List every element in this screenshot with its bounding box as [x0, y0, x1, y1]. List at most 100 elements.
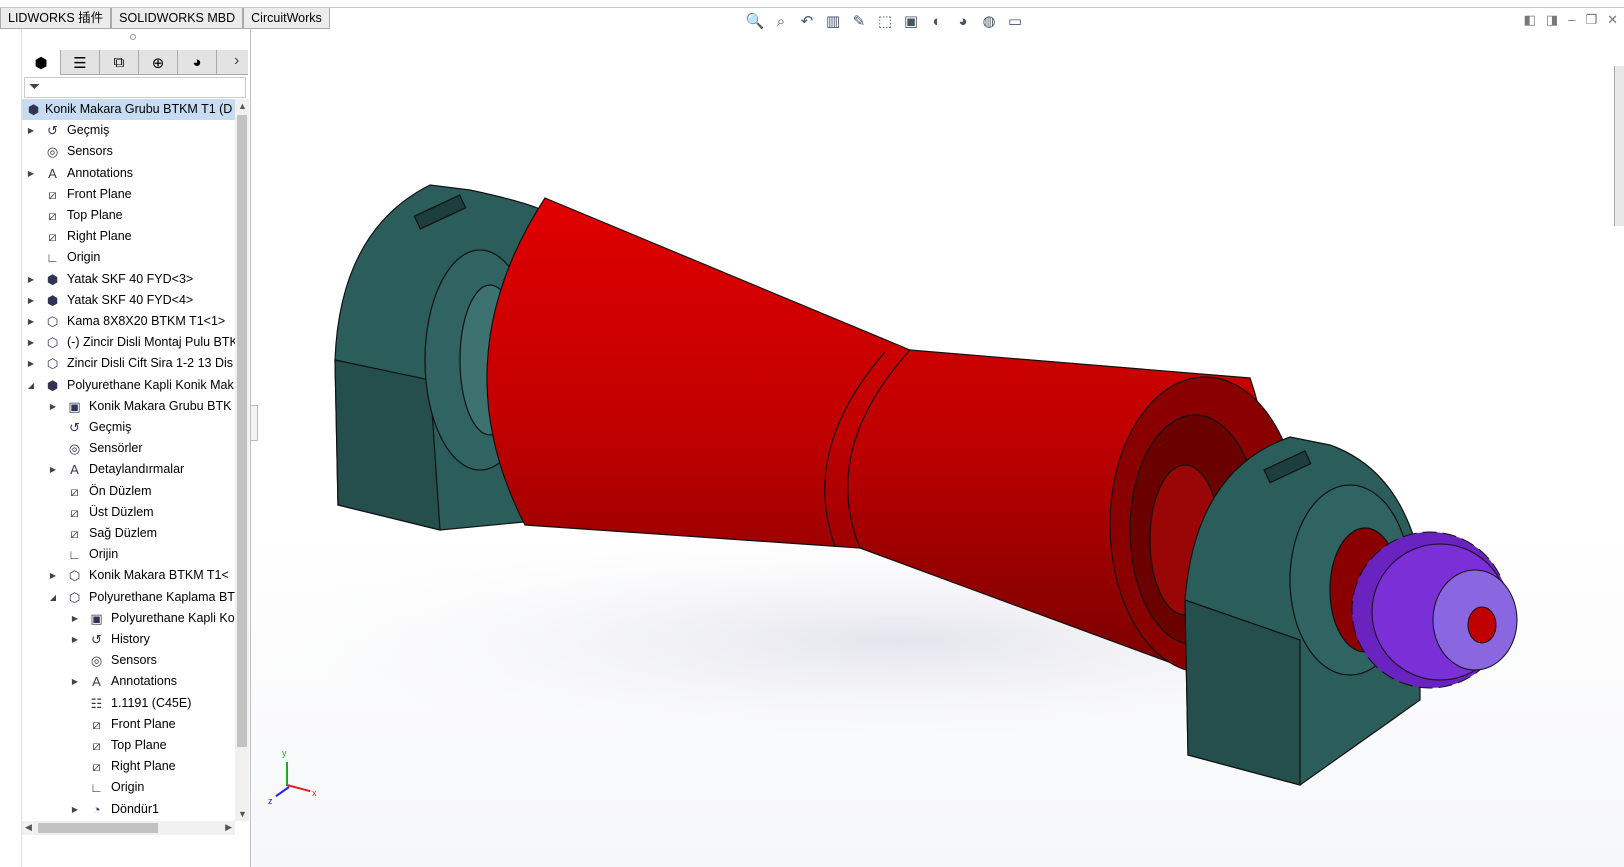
- panel-more-button[interactable]: ›: [234, 52, 239, 70]
- tree-item[interactable]: ⧄ Front Plane: [22, 184, 235, 205]
- tree-filter[interactable]: ⏷: [24, 77, 246, 98]
- tree-item-label: Döndür1: [111, 801, 159, 816]
- expand-arrow-icon[interactable]: ▶: [48, 396, 58, 417]
- expand-arrow-icon[interactable]: ▶: [70, 608, 80, 629]
- tree-item-label: Konik Makara BTKM T1<: [89, 568, 229, 583]
- expand-arrow-icon[interactable]: ▶: [26, 120, 36, 141]
- tree-item[interactable]: ▶ A Detaylandırmalar: [22, 459, 235, 480]
- view-orientation-icon[interactable]: ⬚: [875, 12, 895, 32]
- expand-arrow-icon[interactable]: ▶: [70, 629, 80, 650]
- plane-icon: ⧄: [48, 186, 57, 202]
- scroll-thumb[interactable]: [237, 115, 247, 747]
- tree-item[interactable]: ▶ ⬡ Konik Makara BTKM T1<: [22, 565, 235, 586]
- panel-tab-feature-manager[interactable]: ⬢: [22, 50, 61, 75]
- model-3d-view: [252, 184, 1600, 786]
- tree-vertical-scrollbar[interactable]: ▲ ▼: [235, 99, 249, 821]
- display-style-icon[interactable]: ▣: [901, 12, 921, 32]
- collapse-arrow-icon[interactable]: ◢: [26, 375, 36, 396]
- tree-item[interactable]: ⧄ Top Plane: [22, 205, 235, 226]
- zoom-to-fit-icon[interactable]: 🔍: [745, 12, 765, 32]
- tree-item[interactable]: ⧄ Üst Düzlem: [22, 502, 235, 523]
- tile-left-icon[interactable]: ◧: [1524, 12, 1536, 28]
- apply-scene-icon[interactable]: ◍: [979, 12, 999, 32]
- previous-view-icon[interactable]: ↶: [797, 12, 817, 32]
- panel-tab-configuration-manager[interactable]: ⧉: [100, 50, 139, 75]
- tree-item[interactable]: ▶ A Annotations: [22, 671, 235, 692]
- tree-item[interactable]: ∟ Origin: [22, 247, 235, 268]
- dynamic-annotation-icon[interactable]: ✎: [849, 12, 869, 32]
- close-icon[interactable]: ✕: [1607, 12, 1618, 28]
- assembly-icon: ⬢: [46, 377, 59, 393]
- scroll-left-icon[interactable]: ◀: [25, 822, 32, 833]
- tab-solidworks-mbd[interactable]: SOLIDWORKS MBD: [111, 8, 244, 29]
- restore-icon[interactable]: ❐: [1585, 12, 1597, 28]
- document-window-controls: ◧ ◨ – ❐ ✕: [1524, 12, 1618, 28]
- expand-arrow-icon[interactable]: ▶: [70, 799, 80, 820]
- left-collapsed-strip: [0, 29, 22, 867]
- section-view-icon[interactable]: ▥: [823, 12, 843, 32]
- tree-item-label: Annotations: [111, 674, 178, 689]
- tree-item[interactable]: ◎ Sensors: [22, 141, 235, 162]
- panel-tab-display-manager[interactable]: ◕: [178, 50, 217, 75]
- panel-tab-property-manager[interactable]: ☰: [61, 50, 100, 75]
- expand-arrow-icon[interactable]: ▶: [48, 565, 58, 586]
- tree-item[interactable]: ⧄ Right Plane: [22, 226, 235, 247]
- expand-arrow-icon[interactable]: ▶: [48, 459, 58, 480]
- expand-arrow-icon[interactable]: ▶: [70, 671, 80, 692]
- scroll-right-icon[interactable]: ▶: [225, 822, 232, 833]
- minimize-icon[interactable]: –: [1568, 12, 1575, 28]
- tree-horizontal-scrollbar[interactable]: ◀ ▶: [22, 821, 235, 835]
- zoom-to-area-icon[interactable]: ⌕: [771, 12, 791, 32]
- tree-item-label: Detaylandırmalar: [89, 462, 185, 477]
- folder-icon: ▣: [90, 610, 103, 626]
- tab-circuitworks[interactable]: CircuitWorks: [243, 8, 330, 29]
- tree-item[interactable]: ▶ ▣ Polyurethane Kapli Ko: [22, 608, 235, 629]
- tree-item[interactable]: ☷ 1.1191 (C45E): [22, 693, 235, 714]
- panel-grip-handle[interactable]: [130, 34, 136, 40]
- tree-item[interactable]: ▶ ⬢ Yatak SKF 40 FYD<3>: [22, 269, 235, 290]
- tree-item[interactable]: ⬢ Konik Makara Grubu BTKM T1 (D: [22, 99, 235, 120]
- panel-splitter[interactable]: [250, 405, 258, 441]
- tree-item[interactable]: ▶ ⬡ Zincir Disli Cift Sira 1-2 13 Dis: [22, 353, 235, 374]
- task-pane-tabs[interactable]: [1614, 66, 1624, 226]
- expand-arrow-icon[interactable]: ▶: [26, 353, 36, 374]
- tree-item[interactable]: ▶ ▣ Konik Makara Grubu BTK: [22, 396, 235, 417]
- tree-item[interactable]: ▶ ⬡ (-) Zincir Disli Montaj Pulu BTK: [22, 332, 235, 353]
- tree-item[interactable]: ◎ Sensörler: [22, 438, 235, 459]
- tree-item[interactable]: ▶ A Annotations: [22, 163, 235, 184]
- scroll-up-icon[interactable]: ▲: [238, 101, 247, 111]
- scroll-thumb[interactable]: [38, 823, 158, 833]
- hide-show-icon[interactable]: ◐: [927, 12, 947, 32]
- expand-arrow-icon[interactable]: ▶: [26, 290, 36, 311]
- tree-item[interactable]: ◎ Sensors: [22, 650, 235, 671]
- tree-item[interactable]: ▶ ↺ History: [22, 629, 235, 650]
- tree-item[interactable]: ▶ ⬡ Kama 8X8X20 BTKM T1<1>: [22, 311, 235, 332]
- history-icon: ↺: [69, 420, 80, 435]
- edit-appearance-icon[interactable]: ◕: [953, 12, 973, 32]
- tree-item[interactable]: ∟ Origin: [22, 777, 235, 798]
- graphics-area[interactable]: y x z: [252, 8, 1624, 867]
- tree-item[interactable]: ▶ ↺ Geçmiş: [22, 120, 235, 141]
- expand-arrow-icon[interactable]: ▶: [26, 332, 36, 353]
- tree-item[interactable]: ↺ Geçmiş: [22, 417, 235, 438]
- tree-item[interactable]: ◢ ⬢ Polyurethane Kapli Konik Mak: [22, 375, 235, 396]
- tree-item[interactable]: ∟ Orijin: [22, 544, 235, 565]
- tree-item[interactable]: ⧄ Front Plane: [22, 714, 235, 735]
- tile-right-icon[interactable]: ◨: [1546, 12, 1558, 28]
- tab-solidworks-addins[interactable]: LIDWORKS 插件: [0, 8, 112, 29]
- expand-arrow-icon[interactable]: ▶: [26, 269, 36, 290]
- tree-item[interactable]: ⧄ Top Plane: [22, 735, 235, 756]
- view-settings-icon[interactable]: ▭: [1005, 12, 1025, 32]
- tree-item[interactable]: ⧄ Right Plane: [22, 756, 235, 777]
- tree-item[interactable]: ▶ ⬢ Yatak SKF 40 FYD<4>: [22, 290, 235, 311]
- tree-item-label: Sensors: [67, 144, 113, 159]
- tree-item[interactable]: ◢ ⬡ Polyurethane Kaplama BT: [22, 587, 235, 608]
- tree-item[interactable]: ⧄ Sağ Düzlem: [22, 523, 235, 544]
- collapse-arrow-icon[interactable]: ◢: [48, 587, 58, 608]
- tree-item[interactable]: ⧄ Ön Düzlem: [22, 481, 235, 502]
- panel-tab-dimxpert-manager[interactable]: ⊕: [139, 50, 178, 75]
- tree-item[interactable]: ▶ ◔ Döndür1: [22, 799, 235, 820]
- scroll-down-icon[interactable]: ▼: [238, 809, 247, 819]
- expand-arrow-icon[interactable]: ▶: [26, 163, 36, 184]
- expand-arrow-icon[interactable]: ▶: [26, 311, 36, 332]
